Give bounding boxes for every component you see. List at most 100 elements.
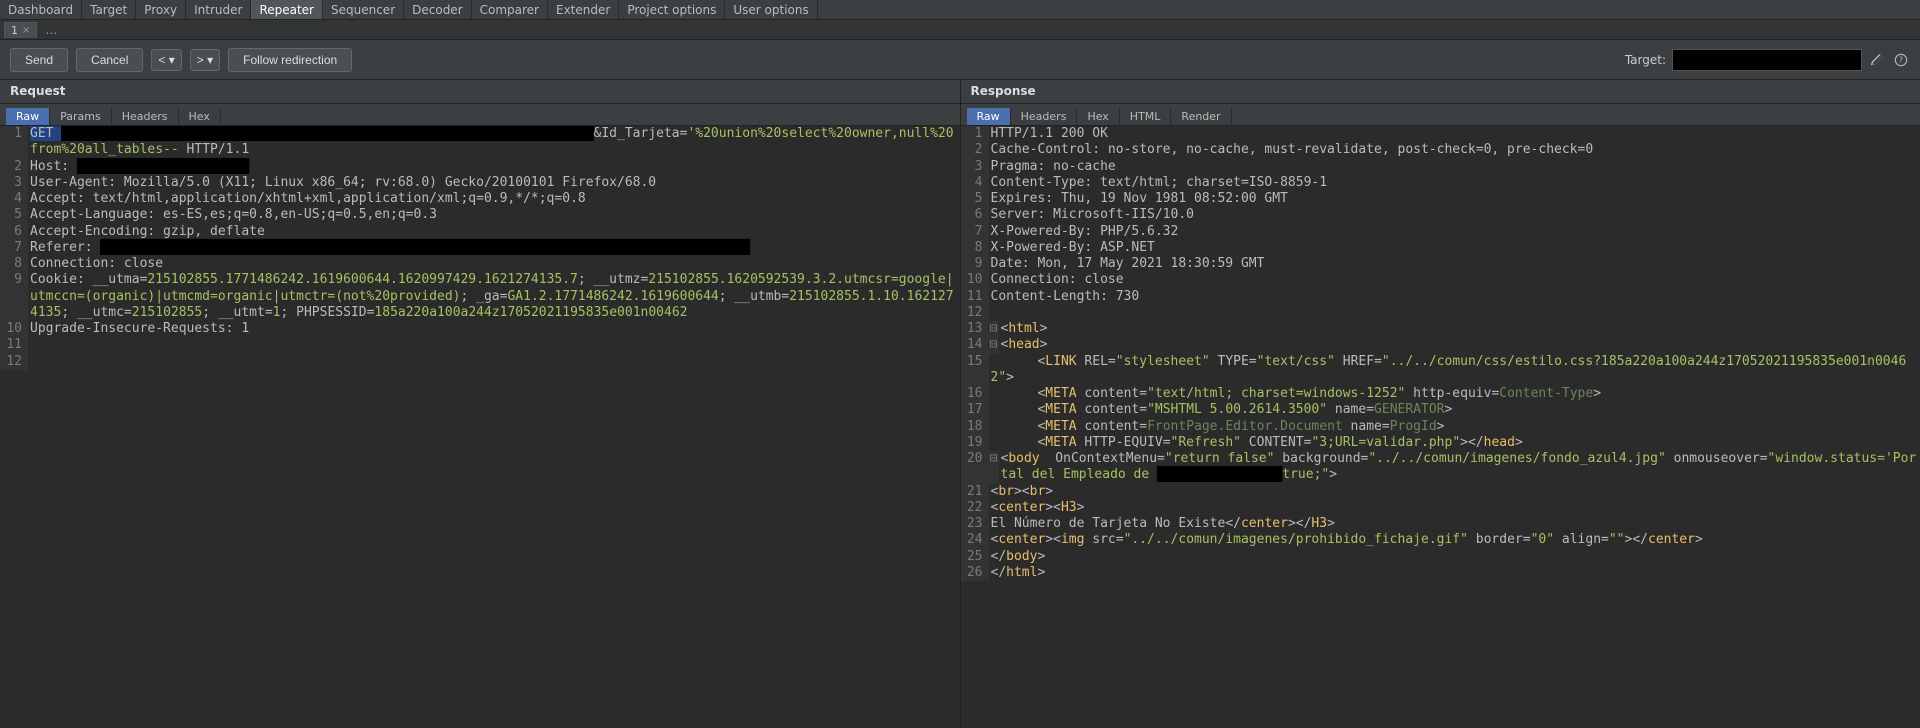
code-line[interactable]: HTTP/1.1 200 OK	[989, 126, 1920, 142]
code-line[interactable]: Cache-Control: no-store, no-cache, must-…	[989, 142, 1920, 158]
code-line[interactable]: Pragma: no-cache	[989, 159, 1920, 175]
code-line[interactable]: Upgrade-Insecure-Requests: 1	[28, 321, 960, 337]
response-view-tabs: RawHeadersHexHTMLRender	[961, 104, 1920, 126]
main-tab-extender[interactable]: Extender	[548, 0, 619, 19]
line-number: 5	[961, 191, 989, 207]
view-tab-hex[interactable]: Hex	[1077, 108, 1119, 125]
view-tab-hex[interactable]: Hex	[179, 108, 221, 125]
code-line[interactable]: X-Powered-By: PHP/5.6.32	[989, 224, 1920, 240]
code-line[interactable]: Content-Type: text/html; charset=ISO-885…	[989, 175, 1920, 191]
code-line[interactable]: Accept-Encoding: gzip, deflate	[28, 224, 960, 240]
code-line[interactable]: </html>	[989, 565, 1920, 581]
more-tabs-icon[interactable]: …	[39, 23, 63, 37]
code-line[interactable]	[28, 337, 960, 353]
target-label: Target:	[1625, 53, 1666, 67]
main-tab-project-options[interactable]: Project options	[619, 0, 725, 19]
view-tab-raw[interactable]: Raw	[6, 108, 50, 125]
line-number: 4	[0, 191, 28, 207]
fold-icon[interactable]: ⊟	[989, 337, 999, 353]
line-number: 2	[961, 142, 989, 158]
target-input[interactable]	[1672, 49, 1862, 71]
main-tab-proxy[interactable]: Proxy	[136, 0, 186, 19]
view-tab-render[interactable]: Render	[1171, 108, 1231, 125]
fold-icon[interactable]: ⊟	[989, 451, 999, 484]
main-tab-user-options[interactable]: User options	[725, 0, 817, 19]
code-line[interactable]: </body>	[989, 549, 1920, 565]
toolbar: Send Cancel < ▾ > ▾ Follow redirection T…	[0, 40, 1920, 80]
send-button[interactable]: Send	[10, 48, 68, 72]
code-line[interactable]: Content-Length: 730	[989, 289, 1920, 305]
line-number: 15	[961, 354, 989, 387]
main-tab-comparer[interactable]: Comparer	[472, 0, 548, 19]
code-line[interactable]: Host: ██████████████████████	[28, 159, 960, 175]
code-line[interactable]: <META content="text/html; charset=window…	[989, 386, 1920, 402]
line-number: 21	[961, 484, 989, 500]
code-line[interactable]	[28, 354, 960, 370]
request-editor[interactable]: 1GET ███████████████████████████████████…	[0, 126, 960, 728]
line-number: 6	[0, 224, 28, 240]
main-tab-intruder[interactable]: Intruder	[186, 0, 251, 19]
code-line[interactable]: Connection: close	[989, 272, 1920, 288]
code-line[interactable]: <html>	[999, 321, 1920, 337]
code-line[interactable]: <center><H3>	[989, 500, 1920, 516]
line-number: 13	[961, 321, 989, 337]
pencil-icon[interactable]	[1868, 51, 1886, 69]
line-number: 10	[0, 321, 28, 337]
line-number: 26	[961, 565, 989, 581]
code-line[interactable]: User-Agent: Mozilla/5.0 (X11; Linux x86_…	[28, 175, 960, 191]
code-line[interactable]: Referer: ███████████████████████████████…	[28, 240, 960, 256]
main-tab-repeater[interactable]: Repeater	[251, 0, 323, 19]
code-line[interactable]: Date: Mon, 17 May 2021 18:30:59 GMT	[989, 256, 1920, 272]
code-line[interactable]: <META HTTP-EQUIV="Refresh" CONTENT="3;UR…	[989, 435, 1920, 451]
code-line[interactable]: Accept-Language: es-ES,es;q=0.8,en-US;q=…	[28, 207, 960, 223]
follow-redirection-button[interactable]: Follow redirection	[228, 48, 352, 72]
request-title: Request	[0, 80, 960, 104]
code-line[interactable]: <head>	[999, 337, 1920, 353]
main-tab-sequencer[interactable]: Sequencer	[323, 0, 404, 19]
line-number: 9	[961, 256, 989, 272]
chevron-left-icon: <	[158, 53, 165, 67]
code-line[interactable]: Accept: text/html,application/xhtml+xml,…	[28, 191, 960, 207]
line-number: 20	[961, 451, 989, 484]
prev-button[interactable]: < ▾	[151, 49, 181, 71]
main-tab-target[interactable]: Target	[82, 0, 136, 19]
code-line[interactable]: GET ████████████████████████████████████…	[28, 126, 960, 159]
line-number: 1	[0, 126, 28, 159]
code-line[interactable]: <LINK REL="stylesheet" TYPE="text/css" H…	[989, 354, 1920, 387]
line-number: 24	[961, 532, 989, 548]
fold-icon[interactable]: ⊟	[989, 321, 999, 337]
help-icon[interactable]: ?	[1892, 51, 1910, 69]
line-number: 7	[0, 240, 28, 256]
view-tab-raw[interactable]: Raw	[967, 108, 1011, 125]
view-tab-headers[interactable]: Headers	[1011, 108, 1078, 125]
repeater-tab-1[interactable]: 1 ×	[4, 22, 37, 38]
request-pane: Request RawParamsHeadersHex 1GET ███████…	[0, 80, 961, 728]
code-line[interactable]: Expires: Thu, 19 Nov 1981 08:52:00 GMT	[989, 191, 1920, 207]
main-tab-decoder[interactable]: Decoder	[404, 0, 472, 19]
code-line[interactable]: Connection: close	[28, 256, 960, 272]
code-line[interactable]: <META content="MSHTML 5.00.2614.3500" na…	[989, 402, 1920, 418]
view-tab-params[interactable]: Params	[50, 108, 112, 125]
line-number: 16	[961, 386, 989, 402]
chevron-right-icon: >	[197, 53, 204, 67]
response-title: Response	[961, 80, 1920, 104]
code-line[interactable]	[989, 305, 1920, 321]
code-line[interactable]: <center><img src="../../comun/imagenes/p…	[989, 532, 1920, 548]
line-number: 5	[0, 207, 28, 223]
cancel-button[interactable]: Cancel	[76, 48, 143, 72]
response-editor[interactable]: 1HTTP/1.1 200 OK2Cache-Control: no-store…	[961, 126, 1920, 728]
code-line[interactable]: <META content=FrontPage.Editor.Document …	[989, 419, 1920, 435]
line-number: 18	[961, 419, 989, 435]
code-line[interactable]: El Número de Tarjeta No Existe</center><…	[989, 516, 1920, 532]
next-button[interactable]: > ▾	[190, 49, 220, 71]
code-line[interactable]: <body OnContextMenu="return false" backg…	[999, 451, 1920, 484]
view-tab-headers[interactable]: Headers	[112, 108, 179, 125]
main-tab-dashboard[interactable]: Dashboard	[0, 0, 82, 19]
code-line[interactable]: Server: Microsoft-IIS/10.0	[989, 207, 1920, 223]
line-number: 8	[0, 256, 28, 272]
code-line[interactable]: <br><br>	[989, 484, 1920, 500]
code-line[interactable]: X-Powered-By: ASP.NET	[989, 240, 1920, 256]
code-line[interactable]: Cookie: __utma=215102855.1771486242.1619…	[28, 272, 960, 321]
view-tab-html[interactable]: HTML	[1120, 108, 1172, 125]
close-icon[interactable]: ×	[22, 25, 30, 36]
